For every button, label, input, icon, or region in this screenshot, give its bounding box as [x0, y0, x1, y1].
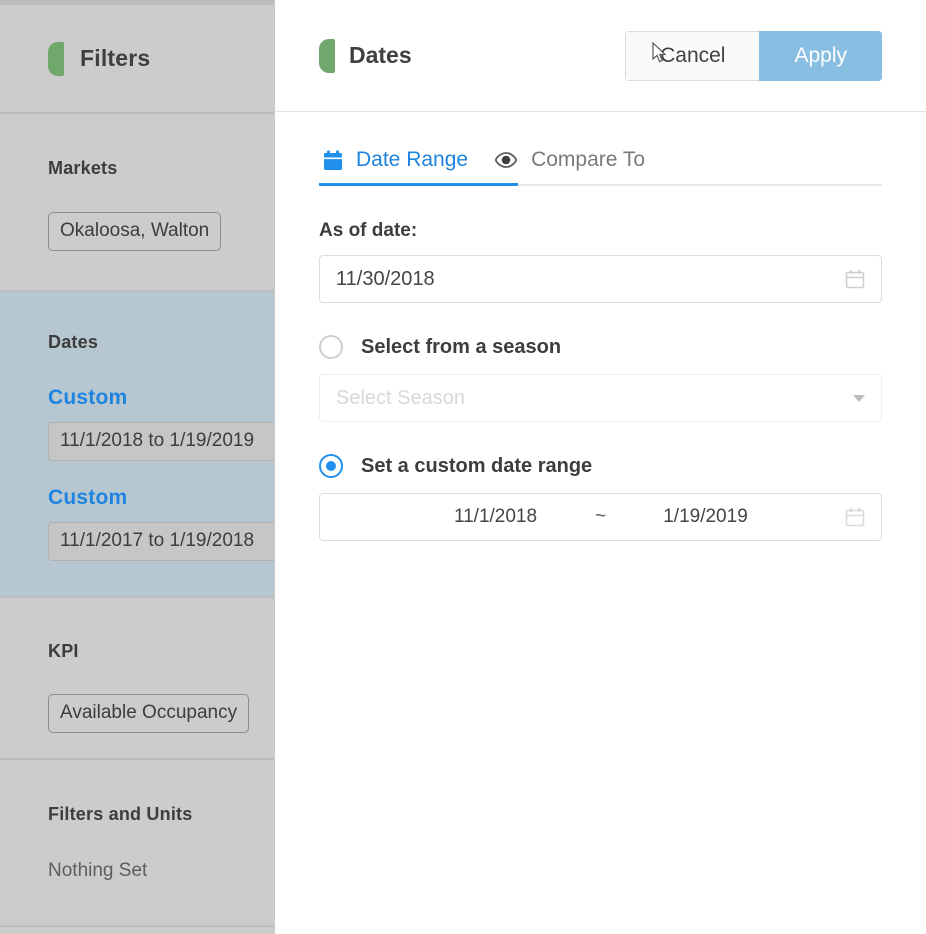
- tab-compare-to-label: Compare To: [531, 148, 646, 171]
- custom-range-end[interactable]: 1/19/2019: [631, 506, 781, 528]
- sidebar-section-filters-and-units[interactable]: Filters and Units Nothing Set: [0, 760, 274, 925]
- filters-screen: Filters Markets Okaloosa, Walton Dates C…: [0, 0, 926, 934]
- section-title-filters-and-units: Filters and Units: [48, 804, 193, 824]
- custom-range-start[interactable]: 11/1/2018: [421, 506, 571, 528]
- dates-custom-link-1[interactable]: Custom: [48, 386, 274, 410]
- dates-panel-body: As of date: 11/30/2018 Select from a sea…: [275, 186, 926, 541]
- dates-range-input-2[interactable]: 11/1/2017 to 1/19/2018: [48, 522, 274, 561]
- panel-tabs: Date Range Compare To: [319, 112, 882, 186]
- dates-custom-link-2[interactable]: Custom: [48, 486, 274, 510]
- section-title-dates: Dates: [48, 332, 99, 352]
- cancel-button[interactable]: Cancel: [625, 30, 760, 81]
- custom-range-option-row[interactable]: Set a custom date range: [319, 454, 882, 478]
- calendar-icon[interactable]: [845, 507, 865, 527]
- dates-panel: Dates Cancel Apply Date Range Compare To…: [274, 0, 926, 934]
- tabs-active-indicator: [319, 183, 518, 186]
- panel-brand: Dates: [319, 38, 412, 73]
- calendar-icon: [324, 150, 342, 170]
- panel-actions: Cancel Apply: [625, 30, 882, 81]
- tab-compare-to[interactable]: Compare To: [490, 148, 667, 186]
- chevron-down-icon[interactable]: [853, 394, 865, 402]
- as-of-date-input[interactable]: 11/30/2018: [319, 255, 882, 303]
- sidebar-section-markets[interactable]: Markets Okaloosa, Walton: [0, 114, 274, 290]
- as-of-date-label: As of date:: [319, 220, 418, 241]
- green-leaf-logo-icon: [48, 41, 64, 76]
- custom-range-radio[interactable]: [319, 454, 343, 478]
- dates-range-input-1[interactable]: 11/1/2018 to 1/19/2019: [48, 422, 274, 461]
- panel-title: Dates: [349, 42, 412, 68]
- section-title-markets: Markets: [48, 158, 118, 178]
- season-select[interactable]: Select Season: [319, 374, 882, 422]
- custom-date-range-input[interactable]: 11/1/2018 ~ 1/19/2019: [319, 493, 882, 541]
- sidebar-title: Filters: [80, 45, 151, 71]
- sidebar-brand-header: Filters: [0, 5, 274, 112]
- sidebar-section-kpi[interactable]: KPI Available Occupancy: [0, 598, 274, 758]
- markets-chip[interactable]: Okaloosa, Walton: [48, 212, 222, 251]
- as-of-date-value: 11/30/2018: [336, 267, 435, 290]
- custom-range-option-label: Set a custom date range: [361, 454, 593, 477]
- tab-date-range[interactable]: Date Range: [319, 148, 490, 186]
- section-title-kpi: KPI: [48, 641, 79, 661]
- sidebar-section-next-partial[interactable]: [0, 927, 274, 934]
- filters-and-units-empty-text: Nothing Set: [48, 860, 148, 881]
- eye-icon: [494, 152, 518, 168]
- season-radio[interactable]: [319, 335, 343, 359]
- dates-panel-header: Dates Cancel Apply: [275, 0, 926, 112]
- season-option-label: Select from a season: [361, 335, 562, 358]
- custom-range-separator: ~: [594, 506, 607, 527]
- green-leaf-logo-icon: [319, 38, 335, 73]
- calendar-icon[interactable]: [845, 269, 865, 289]
- sidebar-section-dates[interactable]: Dates Custom 11/1/2018 to 1/19/2019 Cust…: [0, 292, 274, 596]
- filters-sidebar: Filters Markets Okaloosa, Walton Dates C…: [0, 0, 274, 934]
- tab-date-range-label: Date Range: [356, 148, 469, 171]
- season-select-placeholder: Select Season: [336, 386, 465, 409]
- season-option-row[interactable]: Select from a season: [319, 335, 882, 359]
- apply-button[interactable]: Apply: [759, 30, 882, 81]
- kpi-chip[interactable]: Available Occupancy: [48, 694, 250, 733]
